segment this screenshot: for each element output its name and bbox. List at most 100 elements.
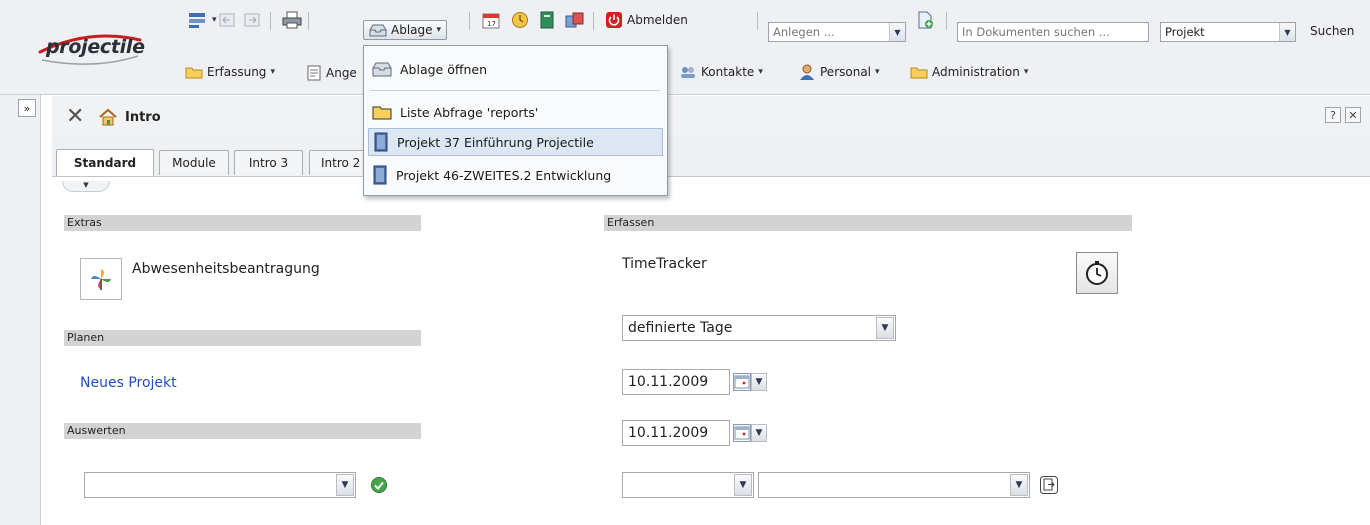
timetracker-button[interactable] [1076, 252, 1118, 294]
chevron-down-icon[interactable]: ▼ [734, 474, 752, 496]
section-erfassen: Erfassen [604, 215, 1132, 231]
menu-separator [370, 90, 660, 91]
form-icon [307, 65, 321, 81]
project-book-icon [374, 132, 388, 152]
date-from-dropdown[interactable]: ▼ [751, 373, 767, 391]
tab-intro-2[interactable]: Intro 2 [309, 150, 369, 175]
date-to-input[interactable]: 10.11.2009 [622, 420, 730, 446]
document-search-input[interactable]: In Dokumenten suchen ... [957, 22, 1149, 42]
menu-item-label: Projekt 37 Einführung Projectile [397, 134, 594, 150]
menu-item-ablage-oeffnen[interactable]: Ablage öffnen [368, 55, 663, 83]
section-auswerten: Auswerten [64, 423, 421, 439]
menu-administration-label: Administration [932, 65, 1020, 79]
menu-erfassung-label: Erfassung [207, 65, 267, 79]
search-button[interactable]: Suchen [1310, 24, 1354, 38]
menu-item-projekt-37[interactable]: Projekt 37 Einführung Projectile [368, 128, 663, 156]
print-button[interactable] [282, 11, 302, 29]
ablage-menu-button[interactable]: Ablage ▾ [363, 20, 448, 40]
abwesenheit-label[interactable]: Abwesenheitsbeantragung [132, 261, 320, 277]
auswertung-select[interactable]: ▼ [84, 472, 356, 498]
back-button[interactable] [218, 11, 236, 29]
chevron-down-icon: ▾ [436, 25, 442, 35]
anlegen-combo[interactable]: Anlegen ... ▼ [768, 22, 906, 42]
anlegen-placeholder: Anlegen ... [773, 25, 835, 39]
toolbar-separator [593, 12, 594, 30]
menu-erfassung[interactable]: Erfassung ▾ [185, 65, 275, 79]
notes-button[interactable] [565, 11, 585, 29]
back-arrow-icon [219, 13, 235, 27]
chevron-down-icon[interactable]: ▼ [336, 474, 354, 496]
menu-item-projekt-46[interactable]: Projekt 46-ZWEITES.2 Entwicklung [368, 161, 663, 189]
chevron-down-icon[interactable]: ▼ [889, 23, 905, 41]
section-extras: Extras [64, 215, 421, 231]
abwesenheit-button[interactable] [80, 258, 122, 300]
chevron-down-icon: ▾ [1023, 67, 1029, 77]
tab-module[interactable]: Module [159, 150, 229, 175]
folder-icon [372, 106, 392, 120]
chevron-down-icon[interactable]: ▼ [876, 317, 894, 339]
calendar-icon [734, 375, 750, 389]
home-icon[interactable] [98, 108, 118, 126]
chevron-down-icon[interactable]: ▼ [1279, 23, 1295, 41]
menu-item-liste-abfrage[interactable]: Liste Abfrage 'reports' [368, 98, 663, 126]
period-select[interactable]: definierte Tage ▼ [622, 315, 896, 341]
chevron-down-icon: ▾ [758, 67, 763, 77]
calendar-button[interactable]: 17 [482, 11, 500, 29]
timetracker-label[interactable]: TimeTracker [622, 256, 707, 272]
date-from-input[interactable]: 10.11.2009 [622, 369, 730, 395]
menu-item-label: Ablage öffnen [400, 61, 488, 77]
menu-angebote[interactable]: Ange [306, 65, 357, 81]
logo-text: projectile [46, 36, 145, 58]
run-check-icon[interactable] [370, 476, 388, 494]
chevron-down-icon: ▾ [875, 67, 880, 77]
document-button[interactable] [539, 11, 555, 29]
document-green-icon [540, 11, 554, 29]
menu-angebote-label: Ange [326, 66, 357, 80]
date-from-calendar-button[interactable] [733, 373, 751, 391]
clock-icon [512, 12, 528, 28]
folder-icon [910, 67, 928, 79]
ablage-label: Ablage [391, 23, 433, 37]
double-chevron-right-icon: » [23, 101, 31, 115]
erfassen-type-select[interactable]: ▼ [622, 472, 754, 498]
contacts-icon [681, 67, 695, 78]
menu-administration[interactable]: Administration ▾ [910, 65, 1028, 79]
stopwatch-icon [1086, 261, 1108, 285]
panel-close-button[interactable]: ✕ [1345, 107, 1361, 123]
window-layout-icon [189, 13, 205, 28]
help-button[interactable]: ? [1325, 107, 1341, 123]
neues-projekt-link[interactable]: Neues Projekt [80, 375, 177, 391]
chevron-down-icon: ▾ [270, 67, 275, 77]
calendar-icon [734, 426, 750, 440]
search-scope-value: Projekt [1165, 25, 1205, 39]
date-to-calendar-button[interactable] [733, 424, 751, 442]
menu-kontakte-label: Kontakte [701, 65, 755, 79]
erfassen-target-select[interactable]: ▼ [758, 472, 1030, 498]
panel-header [52, 96, 1370, 136]
timer-button[interactable] [511, 11, 529, 29]
power-icon [606, 12, 622, 28]
menu-kontakte[interactable]: Kontakte ▾ [679, 65, 763, 79]
close-panel-icon[interactable]: ✕ [66, 106, 84, 128]
abmelden-button[interactable]: Abmelden [605, 11, 688, 29]
pinwheel-icon [91, 269, 111, 290]
search-button-label: Suchen [1310, 24, 1355, 38]
forward-button[interactable] [243, 11, 261, 29]
menu-item-label: Liste Abfrage 'reports' [400, 104, 539, 120]
menu-personal-label: Personal [820, 65, 872, 79]
tab-intro-3[interactable]: Intro 3 [234, 150, 303, 175]
tab-standard[interactable]: Standard [56, 149, 154, 176]
window-layout-button[interactable]: ▾ [188, 11, 217, 29]
collapse-toggle[interactable]: ▼ [62, 181, 110, 192]
calendar-icon: 17 [482, 13, 500, 29]
date-to-dropdown[interactable]: ▼ [751, 424, 767, 442]
menu-personal[interactable]: Personal ▾ [798, 64, 880, 80]
toolbar-separator [469, 12, 470, 30]
open-record-icon[interactable] [1039, 475, 1059, 495]
expand-sidebar-button[interactable]: » [18, 99, 36, 117]
search-placeholder: In Dokumenten suchen ... [962, 25, 1110, 39]
menu-item-label: Projekt 46-ZWEITES.2 Entwicklung [396, 167, 612, 183]
chevron-down-icon[interactable]: ▼ [1010, 474, 1028, 496]
search-scope-select[interactable]: Projekt ▼ [1160, 22, 1296, 42]
new-document-button[interactable] [916, 11, 934, 29]
